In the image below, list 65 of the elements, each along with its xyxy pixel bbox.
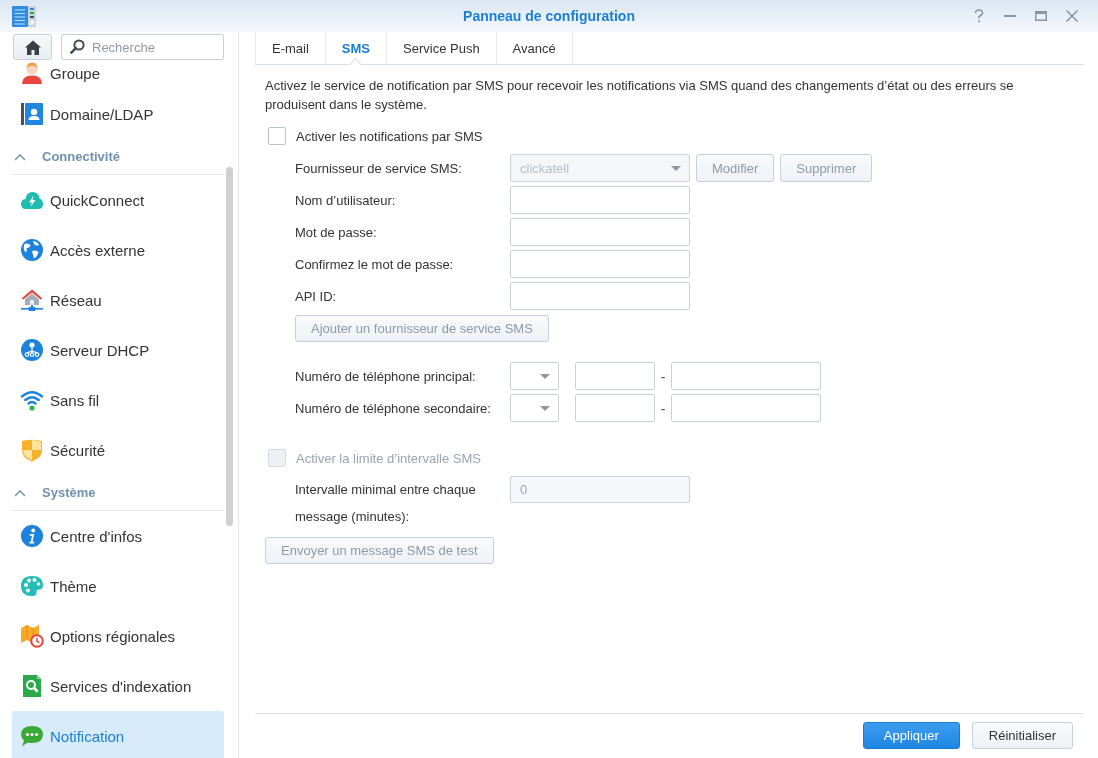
text-field[interactable] (510, 218, 690, 246)
checkbox-label: Activer les notifications par SMS (296, 128, 483, 144)
sidebar-item[interactable]: Services d'indexation (12, 661, 224, 711)
text-field[interactable] (510, 282, 690, 310)
person-icon (20, 61, 44, 85)
sidebar-item[interactable]: Centre d'infos (12, 511, 224, 561)
sidebar-item[interactable]: Sécurité (12, 425, 224, 475)
help-icon[interactable] (972, 9, 986, 23)
sidebar-item[interactable]: Réseau (12, 275, 224, 325)
country-code-dropdown[interactable] (510, 362, 559, 390)
home-icon (24, 39, 41, 55)
field-label: Numéro de téléphone secondaire: (295, 400, 492, 416)
tab[interactable]: Service Push (386, 32, 496, 64)
chat-bubble-icon (20, 724, 44, 748)
checkbox[interactable] (268, 127, 286, 145)
phone-separator: - (661, 368, 666, 384)
field-label: Fournisseur de service SMS: (295, 160, 463, 176)
search-icon (70, 39, 85, 54)
close-icon[interactable] (1065, 9, 1079, 23)
text-field[interactable] (510, 186, 690, 214)
app-icon (12, 4, 36, 28)
area-code-field[interactable] (575, 362, 655, 390)
field-label: Intervalle minimal entre chaque message (minutes): (295, 481, 477, 526)
scrollbar-thumb[interactable] (226, 167, 233, 526)
wifi-icon (20, 388, 44, 412)
phone-number-field[interactable] (671, 394, 822, 422)
field-label: Mot de passe: (295, 224, 378, 240)
shield-icon (20, 438, 44, 462)
sidebar-item[interactable]: Sans fil (12, 375, 224, 425)
sidebar-item[interactable]: Groupe (12, 61, 224, 89)
sidebar-item[interactable]: Accès externe (12, 225, 224, 275)
palette-icon (20, 574, 44, 598)
map-clock-icon (20, 624, 44, 648)
home-button[interactable] (13, 34, 52, 60)
globe-icon (20, 238, 44, 262)
country-code-dropdown[interactable] (510, 394, 559, 422)
caret-down-icon (540, 373, 550, 379)
search-field[interactable]: Recherche (61, 34, 224, 60)
document-search-icon (20, 674, 44, 698)
checkbox-label: Activer la limite d’intervalle SMS (296, 450, 481, 466)
field-label: API ID: (295, 288, 338, 304)
house-network-icon (20, 288, 44, 312)
sidebar-item[interactable]: Thème (12, 561, 224, 611)
phone-separator: - (661, 400, 666, 416)
caret-down-icon (540, 405, 550, 411)
tab[interactable]: Avancé (495, 32, 573, 64)
contact-card-icon (20, 102, 44, 126)
field-label: Nom d’utilisateur: (295, 192, 397, 208)
text-field[interactable] (510, 250, 690, 278)
tab[interactable]: E-mail (255, 32, 325, 64)
maximize-icon[interactable] (1034, 9, 1048, 23)
reset-button[interactable]: Réinitialiser (971, 722, 1073, 749)
phone-number-field[interactable] (671, 362, 822, 390)
sidebar-item[interactable]: Serveur DHCP (12, 325, 224, 375)
sidebar-item[interactable]: Options régionales (12, 611, 224, 661)
area-code-field[interactable] (575, 394, 655, 422)
caret-down-icon (671, 165, 681, 171)
info-icon (20, 524, 44, 548)
description-text: Activez le service de notification par SMS pour recevoir les notifications via SMS quand des changements d’état ou des erreurs se produisent dans le système. (265, 77, 1015, 114)
sidebar-item[interactable]: QuickConnect (12, 175, 224, 225)
field-label: Numéro de téléphone principal: (295, 368, 477, 384)
field-label: Confirmez le mot de passe: (295, 256, 455, 272)
sidebar-item[interactable]: Domaine/LDAP (12, 89, 224, 139)
network-nodes-icon (20, 338, 44, 362)
window-title: Panneau de configuration (463, 8, 635, 24)
